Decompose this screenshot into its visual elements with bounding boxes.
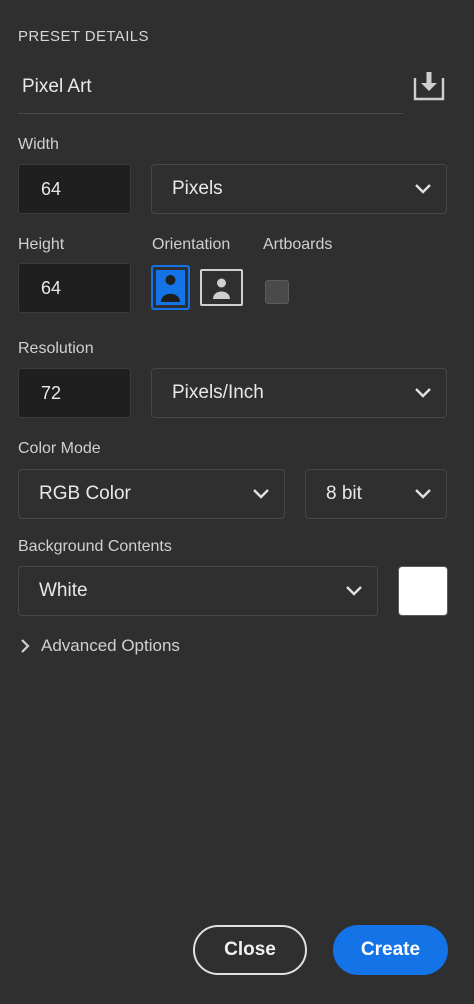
chevron-down-icon <box>415 184 431 194</box>
chevron-right-icon <box>21 639 30 653</box>
save-preset-icon[interactable] <box>412 70 446 102</box>
chevron-down-icon <box>415 489 431 499</box>
height-label: Height <box>18 236 65 253</box>
portrait-icon <box>156 270 185 305</box>
resolution-unit-value: Pixels/Inch <box>172 382 264 403</box>
artboards-label: Artboards <box>263 236 333 253</box>
artboards-checkbox[interactable] <box>265 280 289 304</box>
bit-depth-dropdown[interactable]: 8 bit <box>305 469 447 519</box>
width-label: Width <box>18 136 59 153</box>
height-input[interactable]: 64 <box>18 263 131 313</box>
width-input[interactable]: 64 <box>18 164 131 214</box>
portrait-orientation-button[interactable] <box>151 265 190 310</box>
landscape-icon <box>205 274 238 301</box>
background-contents-value: White <box>39 580 88 601</box>
advanced-options-toggle[interactable]: Advanced Options <box>18 634 180 658</box>
bit-depth-value: 8 bit <box>326 483 362 504</box>
resolution-label: Resolution <box>18 340 94 357</box>
advanced-options-label: Advanced Options <box>41 636 180 655</box>
landscape-orientation-button[interactable] <box>200 269 243 306</box>
close-button[interactable]: Close <box>193 925 307 975</box>
color-mode-label: Color Mode <box>18 440 101 457</box>
background-contents-dropdown[interactable]: White <box>18 566 378 616</box>
background-contents-label: Background Contents <box>18 538 172 555</box>
width-unit-value: Pixels <box>172 178 223 199</box>
background-color-swatch[interactable] <box>398 566 448 616</box>
chevron-down-icon <box>415 388 431 398</box>
color-mode-value: RGB Color <box>39 483 131 504</box>
create-button[interactable]: Create <box>333 925 448 975</box>
chevron-down-icon <box>346 586 362 596</box>
preset-name-underline <box>18 113 403 114</box>
color-mode-dropdown[interactable]: RGB Color <box>18 469 285 519</box>
preset-name-input[interactable]: Pixel Art <box>22 76 392 98</box>
panel-title: PRESET DETAILS <box>18 28 149 45</box>
resolution-unit-dropdown[interactable]: Pixels/Inch <box>151 368 447 418</box>
resolution-input[interactable]: 72 <box>18 368 131 418</box>
width-unit-dropdown[interactable]: Pixels <box>151 164 447 214</box>
orientation-label: Orientation <box>152 236 231 253</box>
chevron-down-icon <box>253 489 269 499</box>
